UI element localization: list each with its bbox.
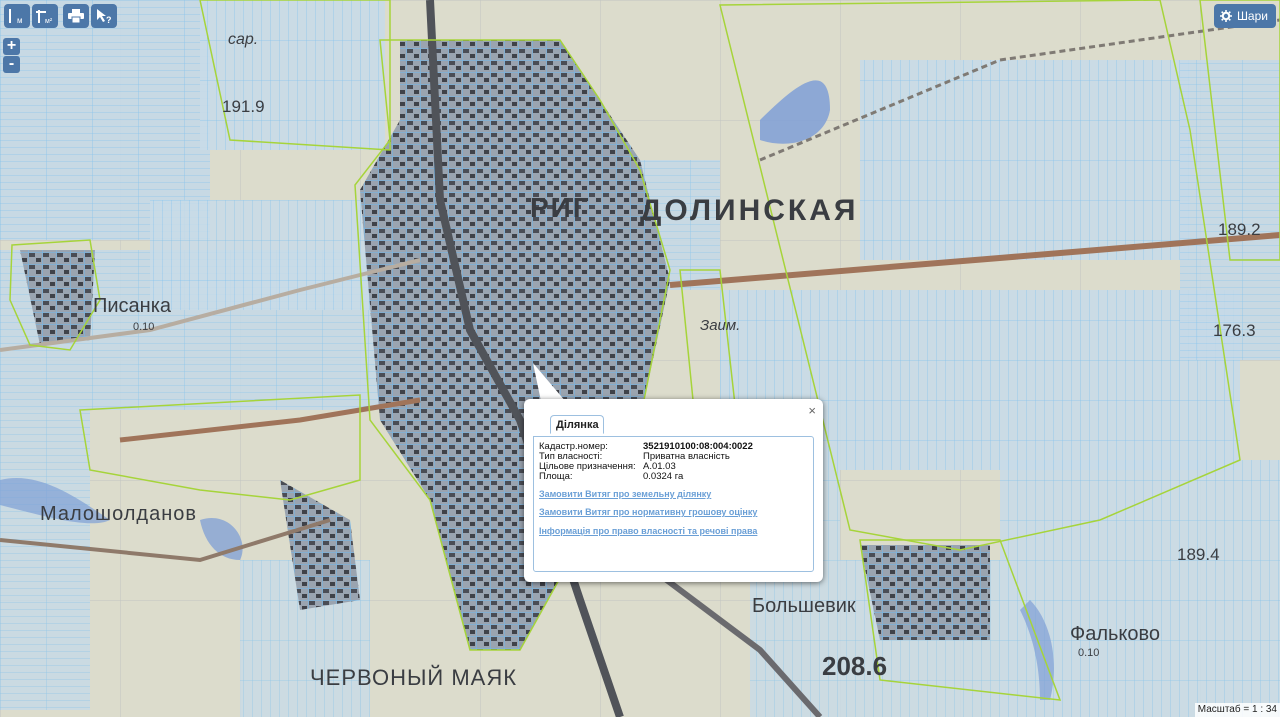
parcel-info-panel: Кадастр.номер: 3521910100:08:004:0022 Тип… [533,436,814,572]
measure-length-button[interactable]: м [4,4,30,28]
area-label: Площа: [539,471,573,482]
measure-area-button[interactable]: м² [32,4,58,28]
layers-button-label: Шари [1236,9,1268,23]
map-label-height-4: 189.4 [1177,545,1220,564]
zoom-out-button[interactable]: - [3,56,20,73]
map-label-village-east-sub: 0.10 [1078,647,1099,659]
map-scale: Масштаб = 1 : 34 [1194,703,1280,717]
map-label-zaim: Заим. [700,317,740,334]
map-label-height-2: 189.2 [1218,220,1261,239]
map-label-town-prefix: РИГ [530,192,591,223]
map-label-town: ДОЛИНСКАЯ [640,194,858,227]
order-land-extract-link[interactable]: Замовити Витяг про земельну ділянку [539,489,711,499]
map-label-village-sw: Малошолданов [40,503,197,525]
printer-icon [68,9,84,23]
svg-text:м: м [17,16,23,25]
map-label-village-east: Фальково [1070,623,1160,645]
area-ruler-icon: м² [36,10,53,25]
print-button[interactable] [63,4,89,28]
map-label-height-5: 208.6 [822,651,887,681]
ownership-rights-info-link[interactable]: Інформація про право власності та речові… [539,526,757,536]
map-label-village-se: Большевик [752,595,856,617]
popup-close-button[interactable]: × [808,404,816,417]
map-label-height-3: 176.3 [1213,321,1256,340]
pointer-help-icon: ? [97,9,112,24]
map-label-village-west-sub: 0.10 [133,321,154,333]
map-label-height-1: 191.9 [222,97,265,116]
area-row: Площа: 0.0324 га [539,471,683,482]
map-label-village-south: ЧЕРВОНЫЙ МАЯК [310,665,517,690]
tab-parcel[interactable]: Ділянка [550,415,604,434]
area-value: 0.0324 га [643,471,684,482]
order-valuation-extract-link[interactable]: Замовити Витяг про нормативну грошову оц… [539,507,757,517]
ruler-icon: м [9,9,23,25]
zoom-in-button[interactable]: + [3,38,20,55]
svg-text:м²: м² [45,18,53,25]
map-label-sar: сар. [228,31,258,48]
cadastral-map[interactable]: РИГ ДОЛИНСКАЯ Писанка 0.10 Малошолданов … [0,0,1280,717]
svg-text:?: ? [106,15,112,24]
parcel-popup: × Ділянка Кадастр.номер: 3521910100:08:00… [524,399,823,582]
map-label-village-west: Писанка [93,295,172,317]
layers-button[interactable]: Шари [1213,4,1276,28]
gear-icon [1219,10,1232,22]
identify-button[interactable]: ? [91,4,117,28]
